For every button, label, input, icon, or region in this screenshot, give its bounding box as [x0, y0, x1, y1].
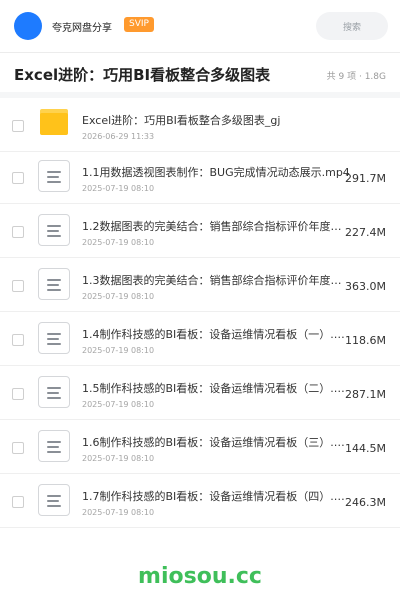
document-icon — [38, 160, 70, 192]
file-row[interactable]: 1.3数据图表的完美结合：销售部综合指标评价年度分析.mp4 2025-07-19… — [0, 258, 400, 312]
top-bar: 夸克网盘分享 SVIP 搜索 — [0, 0, 400, 52]
file-name: 1.4制作科技感的BI看板：设备运维情况看板（一）.mp4 — [82, 328, 352, 341]
search-input[interactable]: 搜索 — [316, 12, 388, 40]
file-name: 1.2数据图表的完美结合：销售部综合指标评价年度分析.mp4 — [82, 220, 352, 233]
row-divider — [0, 527, 400, 528]
file-date: 2025-07-19 08:10 — [82, 400, 155, 409]
file-size: 144.5M — [345, 442, 386, 455]
file-date: 2025-07-19 08:10 — [82, 508, 155, 517]
share-meta: 共 9 项 · 1.8G — [326, 72, 386, 82]
file-row[interactable]: 1.6制作科技感的BI看板：设备运维情况看板（三）.mp4 2025-07-19 … — [0, 420, 400, 474]
file-name: 1.7制作科技感的BI看板：设备运维情况看板（四）.mp4 — [82, 490, 352, 503]
file-row[interactable]: 1.7制作科技感的BI看板：设备运维情况看板（四）.mp4 2025-07-19 … — [0, 474, 400, 528]
file-size: 363.0M — [345, 280, 386, 293]
select-checkbox[interactable] — [12, 172, 24, 184]
document-icon — [38, 430, 70, 462]
select-checkbox[interactable] — [12, 280, 24, 292]
header-divider — [0, 52, 400, 53]
file-size: 118.6M — [345, 334, 386, 347]
document-icon — [38, 214, 70, 246]
select-checkbox[interactable] — [12, 120, 24, 132]
file-size: 227.4M — [345, 226, 386, 239]
file-date: 2025-07-19 08:10 — [82, 184, 155, 193]
file-date: 2025-07-19 08:10 — [82, 454, 155, 463]
file-row[interactable]: 1.5制作科技感的BI看板：设备运维情况看板（二）.mp4 2025-07-19 … — [0, 366, 400, 420]
document-icon — [38, 484, 70, 516]
file-size: 291.7M — [345, 172, 386, 185]
file-row[interactable]: Excel进阶：巧用BI看板整合多级图表_gj 2026-06-29 11:33 — [0, 98, 400, 152]
file-date: 2025-07-19 08:10 — [82, 346, 155, 355]
select-checkbox[interactable] — [12, 388, 24, 400]
file-date: 2025-07-19 08:10 — [82, 292, 155, 301]
file-date: 2025-07-19 08:10 — [82, 238, 155, 247]
brand-name: 夸克网盘分享 — [52, 23, 112, 34]
select-checkbox[interactable] — [12, 226, 24, 238]
file-name: 1.3数据图表的完美结合：销售部综合指标评价年度分析.mp4 — [82, 274, 352, 287]
file-name: 1.6制作科技感的BI看板：设备运维情况看板（三）.mp4 — [82, 436, 352, 449]
select-checkbox[interactable] — [12, 496, 24, 508]
folder-icon — [38, 108, 70, 140]
file-row[interactable]: 1.4制作科技感的BI看板：设备运维情况看板（一）.mp4 2025-07-19 … — [0, 312, 400, 366]
file-name: Excel进阶：巧用BI看板整合多级图表_gj — [82, 114, 281, 127]
document-icon — [38, 376, 70, 408]
select-checkbox[interactable] — [12, 442, 24, 454]
file-size: 287.1M — [345, 388, 386, 401]
document-icon — [38, 268, 70, 300]
file-row[interactable]: 1.1用数据透视图表制作：BUG完成情况动态展示.mp4 2025-07-19 0… — [0, 150, 400, 204]
svip-badge: SVIP — [124, 17, 154, 32]
document-icon — [38, 322, 70, 354]
file-date: 2026-06-29 11:33 — [82, 132, 155, 141]
file-name: 1.1用数据透视图表制作：BUG完成情况动态展示.mp4 — [82, 166, 350, 179]
select-checkbox[interactable] — [12, 334, 24, 346]
avatar[interactable] — [14, 12, 42, 40]
file-size: 246.3M — [345, 496, 386, 509]
page-title: Excel进阶：巧用BI看板整合多级图表 — [14, 66, 271, 84]
file-row[interactable]: 1.2数据图表的完美结合：销售部综合指标评价年度分析.mp4 2025-07-19… — [0, 204, 400, 258]
watermark: miosou.cc — [138, 564, 262, 589]
file-name: 1.5制作科技感的BI看板：设备运维情况看板（二）.mp4 — [82, 382, 352, 395]
